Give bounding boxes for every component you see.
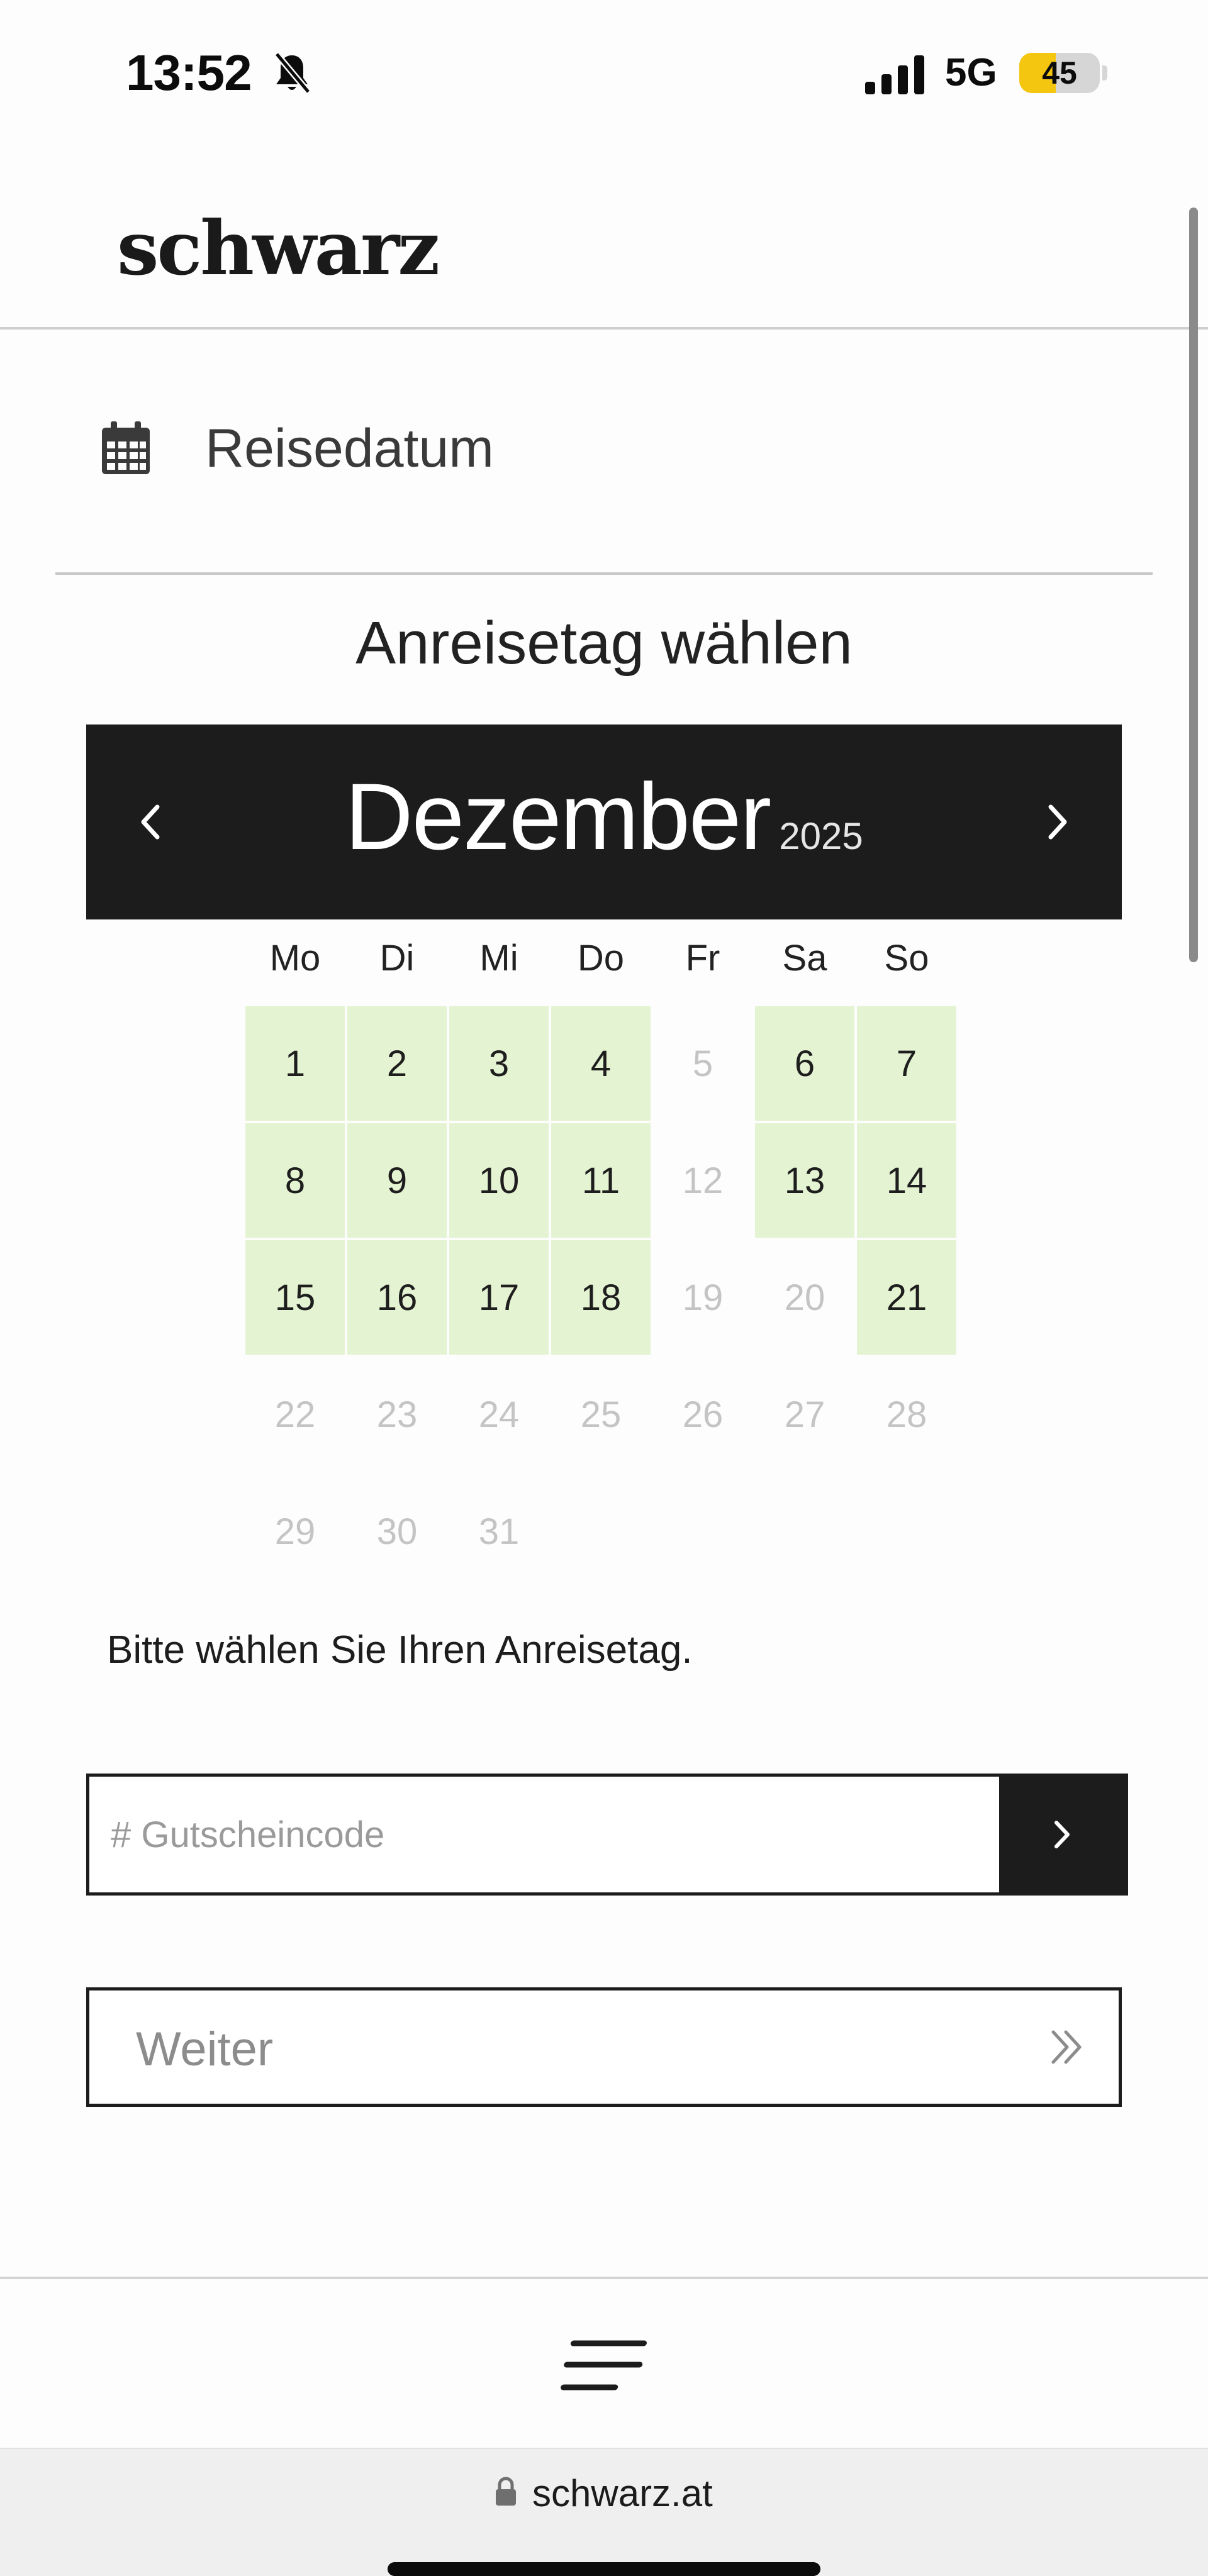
calendar-day-available[interactable]: 17 xyxy=(449,1240,549,1355)
weekday-label: So xyxy=(884,938,929,979)
menu-icon[interactable] xyxy=(554,2332,654,2401)
signal-icon xyxy=(865,54,926,94)
status-time: 13:52 xyxy=(126,45,252,101)
travel-date-section: Reisedatum xyxy=(0,330,1208,575)
calendar-day-unavailable: 29 xyxy=(274,1511,316,1552)
weekday-label: Do xyxy=(577,938,625,979)
month-navigation: Dezember 2025 xyxy=(86,724,1122,919)
calendar-day-unavailable: 22 xyxy=(274,1394,316,1435)
home-indicator xyxy=(388,2562,820,2576)
chevron-right-icon xyxy=(1048,804,1067,840)
calendar-day-unavailable: 5 xyxy=(692,1043,713,1084)
calendar-day-available[interactable]: 7 xyxy=(857,1006,956,1121)
weekday-label: Mo xyxy=(269,938,321,979)
calendar-day-available[interactable]: 21 xyxy=(857,1240,956,1355)
voucher-form xyxy=(86,1774,1128,1896)
chevron-right-icon xyxy=(1054,1821,1070,1848)
calendar-day-unavailable: 28 xyxy=(886,1394,927,1435)
voucher-code-input[interactable] xyxy=(89,1777,999,1892)
weekday-header: Mo Di Mi Do Fr Sa So xyxy=(245,937,959,987)
continue-button[interactable]: Weiter xyxy=(86,1987,1122,2107)
weekday-label: Di xyxy=(379,938,415,979)
double-chevron-right-icon xyxy=(1047,2027,1087,2067)
weekday-label: Sa xyxy=(782,938,827,979)
battery-percent: 45 xyxy=(1042,55,1077,91)
calendar-day-unavailable: 27 xyxy=(784,1394,825,1435)
calendar-day-available[interactable]: 2 xyxy=(347,1006,447,1121)
voucher-submit-button[interactable] xyxy=(999,1777,1125,1892)
bottom-menu-bar xyxy=(0,2277,1208,2448)
status-bar: 13:52 5G 45 xyxy=(0,0,1208,138)
calendar-icon xyxy=(99,420,152,477)
next-month-button[interactable] xyxy=(1029,794,1085,850)
section-label: Reisedatum xyxy=(205,418,494,479)
calendar-hint: Bitte wählen Sie Ihren Anreisetag. xyxy=(107,1628,693,1672)
calendar-day-available[interactable]: 14 xyxy=(857,1123,956,1238)
calendar-day-available[interactable]: 18 xyxy=(551,1240,651,1355)
weekday-label: Fr xyxy=(685,938,720,979)
calendar-day-unavailable: 23 xyxy=(376,1394,418,1435)
calendar-day-unavailable: 25 xyxy=(580,1394,622,1435)
calendar-day-unavailable: 26 xyxy=(682,1394,724,1435)
calendar-day-available[interactable]: 16 xyxy=(347,1240,447,1355)
calendar-day-available[interactable]: 9 xyxy=(347,1123,447,1238)
calendar-days-grid: 1 2 3 4 5 6 7 8 9 10 11 12 13 14 15 16 17 18 19 20 21 22 23 24 2… xyxy=(245,1006,959,1591)
url-text: schwarz.at xyxy=(532,2472,713,2514)
calendar-day-unavailable: 19 xyxy=(682,1277,724,1318)
calendar-day-available[interactable]: 4 xyxy=(551,1006,651,1121)
month-name: Dezember xyxy=(345,763,771,869)
calendar-day-available[interactable]: 3 xyxy=(449,1006,549,1121)
calendar-day-available[interactable]: 11 xyxy=(551,1123,651,1238)
lock-icon xyxy=(495,2477,517,2507)
calendar-day-unavailable: 20 xyxy=(784,1277,825,1318)
weekday-label: Mi xyxy=(479,938,518,979)
site-header: schwarz xyxy=(0,138,1208,330)
calendar-day-unavailable: 12 xyxy=(682,1160,724,1201)
bell-muted-icon xyxy=(272,52,312,96)
month-title: Dezember 2025 xyxy=(86,762,1122,871)
calendar-heading: Anreisetag wählen xyxy=(355,609,853,677)
month-year: 2025 xyxy=(779,815,863,857)
section-divider xyxy=(55,572,1153,575)
battery-tip xyxy=(1102,65,1107,80)
calendar-day-unavailable: 31 xyxy=(478,1511,520,1552)
calendar-day-available[interactable]: 8 xyxy=(245,1123,345,1238)
calendar-day-available[interactable]: 6 xyxy=(755,1006,854,1121)
battery-icon: 45 xyxy=(1019,53,1100,93)
calendar-day-available[interactable]: 1 xyxy=(245,1006,345,1121)
calendar-day-unavailable: 24 xyxy=(478,1394,520,1435)
network-type: 5G xyxy=(945,51,997,94)
site-logo[interactable]: schwarz xyxy=(117,204,440,292)
calendar-day-available[interactable]: 15 xyxy=(245,1240,345,1355)
calendar-day-unavailable: 30 xyxy=(376,1511,418,1552)
continue-label: Weiter xyxy=(136,2023,274,2076)
calendar-day-available[interactable]: 13 xyxy=(755,1123,854,1238)
calendar-day-available[interactable]: 10 xyxy=(449,1123,549,1238)
browser-address-bar[interactable]: schwarz.at xyxy=(0,2448,1208,2576)
scrollbar-thumb[interactable] xyxy=(1189,208,1198,962)
